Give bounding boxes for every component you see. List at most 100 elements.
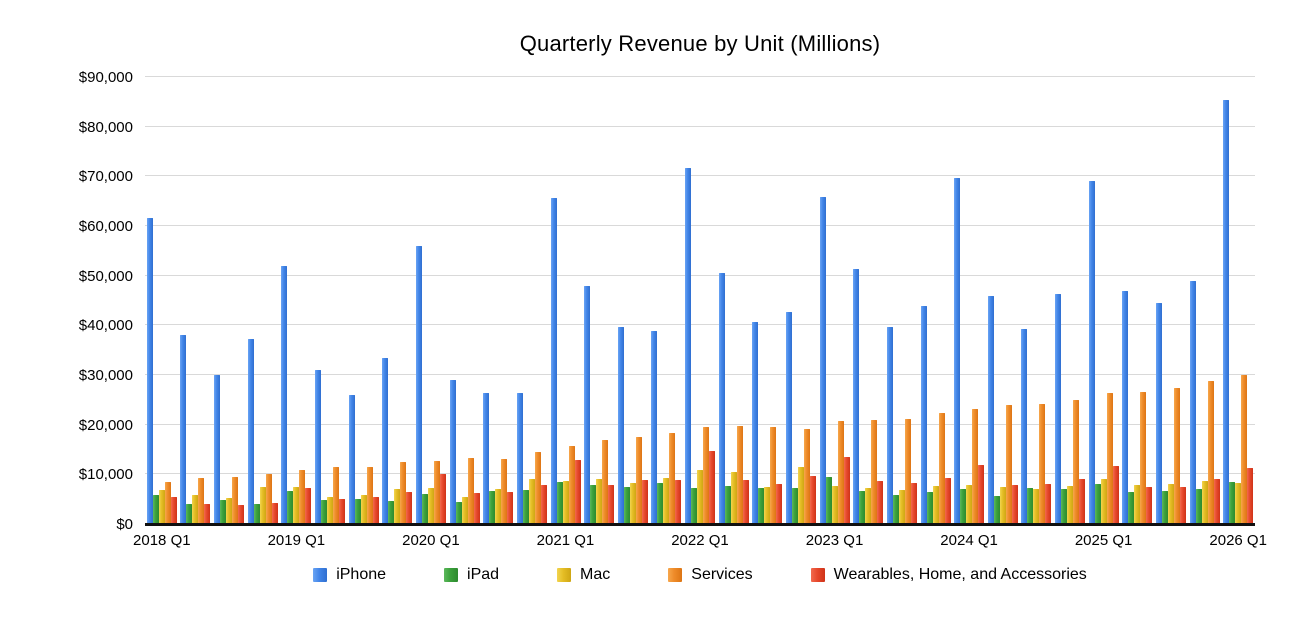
bar-wearables-home-and-accessories [339,499,345,524]
bar-group [851,77,885,524]
bar-mac [731,472,737,524]
bar-ipad [725,486,731,524]
bar-group [616,77,650,524]
bar-group [784,77,818,524]
bar-ipad [557,482,563,524]
bar-wearables-home-and-accessories [1113,466,1119,524]
bar-mac [361,495,367,524]
bar-ipad [153,495,159,524]
bar-group [986,77,1020,524]
y-tick-label: $20,000 [48,418,133,433]
bar-group [683,77,717,524]
bar-mac [1000,487,1006,524]
bar-mac [1202,481,1208,524]
bar-services [1006,405,1012,524]
legend-item: iPhone [313,566,386,584]
bar-wearables-home-and-accessories [1012,485,1018,524]
bar-iphone [921,306,927,524]
bar-services [1107,393,1113,524]
bar-iphone [1122,291,1128,524]
bar-iphone [416,246,422,524]
bar-group [347,77,381,524]
legend-label: Wearables, Home, and Accessories [834,566,1087,584]
bar-group [919,77,953,524]
x-tick-label: 2019 Q1 [251,532,341,549]
bar-wearables-home-and-accessories [507,492,513,524]
bar-wearables-home-and-accessories [709,451,715,524]
chart-legend: iPhone iPad Mac Services Wearables, Home, an… [145,566,1255,584]
bar-group [818,77,852,524]
legend-item: Mac [557,566,610,584]
bar-wearables-home-and-accessories [474,493,480,524]
bar-services [569,446,575,524]
y-tick-label: $70,000 [48,169,133,184]
bar-iphone [517,393,523,524]
bar-iphone [719,273,725,524]
bar-wearables-home-and-accessories [608,485,614,524]
bar-services [939,413,945,524]
bar-wearables-home-and-accessories [305,488,311,524]
legend-swatch-icon [313,568,327,582]
y-tick-label: $50,000 [48,269,133,284]
legend-item: iPad [444,566,499,584]
bar-ipad [1095,484,1101,524]
bar-group [751,77,785,524]
bar-services [737,426,743,524]
legend-swatch-icon [444,568,458,582]
bar-ipad [456,502,462,524]
bar-group [549,77,583,524]
bar-iphone [988,296,994,524]
bar-group [1020,77,1054,524]
bar-iphone [954,178,960,524]
bar-group [145,77,179,524]
bar-group [952,77,986,524]
bar-group [582,77,616,524]
x-tick-label: 2022 Q1 [655,532,745,549]
bar-iphone [1223,100,1229,524]
bar-wearables-home-and-accessories [810,476,816,524]
bar-wearables-home-and-accessories [1214,479,1220,524]
legend-swatch-icon [811,568,825,582]
bar-services [535,452,541,524]
y-tick-label: $10,000 [48,467,133,482]
bar-wearables-home-and-accessories [743,480,749,524]
bar-group [1222,77,1256,524]
legend-swatch-icon [557,568,571,582]
legend-label: Mac [580,566,610,584]
bar-wearables-home-and-accessories [675,480,681,524]
bar-iphone [1089,181,1095,524]
x-tick-label: 2021 Q1 [520,532,610,549]
x-tick-label: 2026 Q1 [1193,532,1283,549]
bar-wearables-home-and-accessories [406,492,412,524]
bar-wearables-home-and-accessories [1180,487,1186,524]
bar-services [165,482,171,524]
y-tick-label: $40,000 [48,318,133,333]
bar-group [212,77,246,524]
bar-wearables-home-and-accessories [877,481,883,524]
bar-iphone [281,266,287,524]
bar-ipad [254,504,260,524]
chart-page: { "chart_data": { "type": "bar", "title"… [0,0,1312,617]
bar-iphone [349,395,355,524]
bar-ipad [624,487,630,524]
legend-item: Services [668,566,752,584]
bar-group [1154,77,1188,524]
bar-group [1053,77,1087,524]
bar-group [481,77,515,524]
bar-wearables-home-and-accessories [575,460,581,524]
bar-iphone [1190,281,1196,524]
bar-services [838,421,844,524]
bar-group [179,77,213,524]
x-tick-label: 2018 Q1 [117,532,207,549]
bar-group [717,77,751,524]
bar-wearables-home-and-accessories [978,465,984,524]
bar-ipad [355,499,361,524]
bar-iphone [147,218,153,524]
bar-wearables-home-and-accessories [1045,484,1051,524]
bar-mac [933,486,939,524]
y-tick-label: $80,000 [48,120,133,135]
bar-ipad [1196,489,1202,524]
bar-iphone [820,197,826,524]
bar-ipad [994,496,1000,524]
bar-iphone [853,269,859,524]
